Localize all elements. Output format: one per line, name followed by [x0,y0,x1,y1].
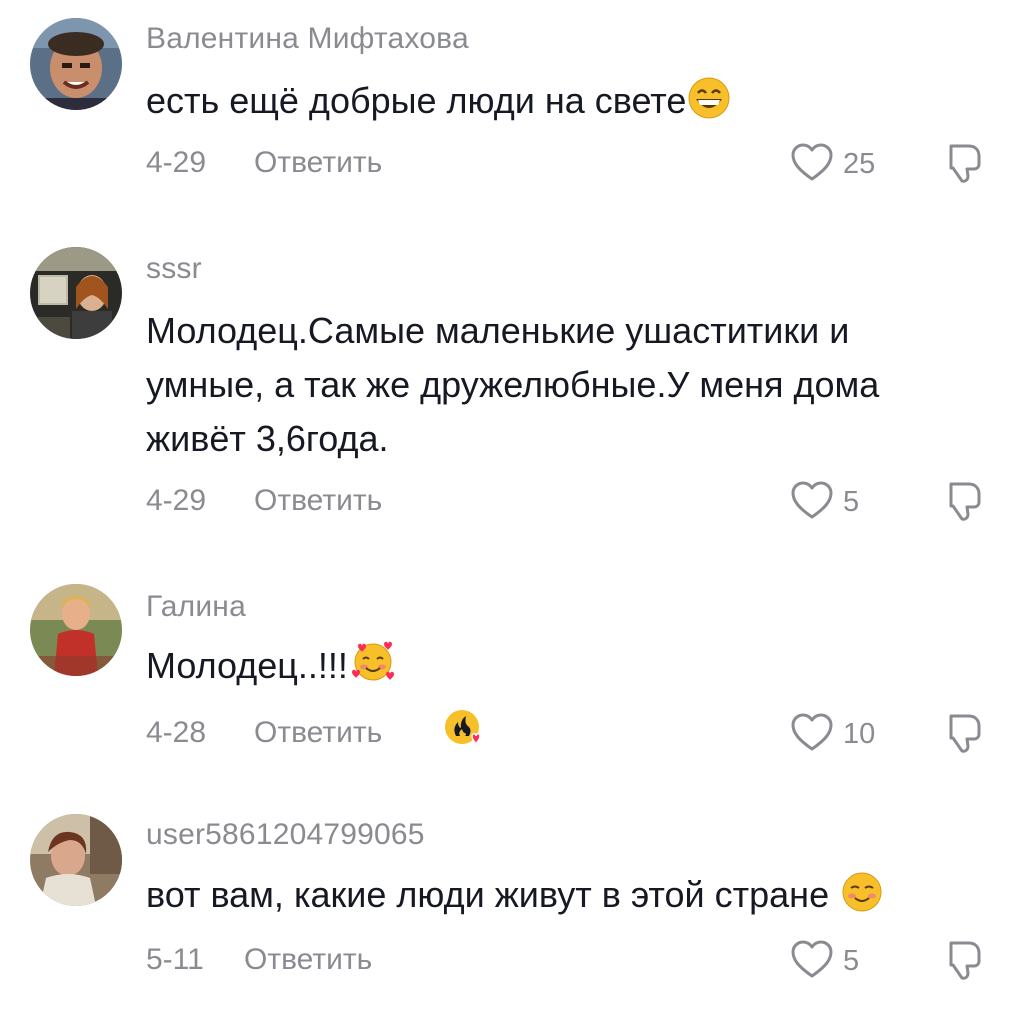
like-count: 5 [843,486,860,518]
comment-meta: 4-28 Ответить 10 [146,710,996,756]
comment-text-content: вот вам, какие люди живут в этой стране [146,874,830,915]
grinning-face-emoji [688,77,730,134]
avatar[interactable] [30,18,122,110]
reply-button[interactable]: Ответить [254,716,382,750]
thumbs-down-icon[interactable] [939,138,989,188]
comment-date: 4-29 [146,146,207,179]
comment-date: 4-28 [146,716,207,749]
heart-icon[interactable] [789,140,835,186]
comment-date: 4-29 [146,484,207,517]
like-count: 5 [843,945,860,977]
smiling-face-emoji [841,871,883,928]
comment-text-content: есть ещё добрые люди на свете [146,80,687,121]
comment-meta: 4-29 Ответить 5 [146,481,996,524]
comment-date: 5-11 [146,943,204,976]
heart-icon[interactable] [789,937,835,983]
like-count: 10 [843,718,876,750]
comment-text: есть ещё добрые люди на свете [146,74,966,134]
fire-heart-badge-icon [445,710,481,745]
heart-icon[interactable] [789,478,835,524]
reply-button[interactable]: Ответить [244,943,372,977]
comment-text: Молодец.Самые маленькие ушаститики и умн… [146,310,880,459]
comment-username[interactable]: Валентина Мифтахова [146,22,469,56]
thumbs-down-icon[interactable] [939,476,989,526]
avatar[interactable] [30,247,122,339]
comment-text: вот вам, какие люди живут в этой стране [146,868,966,928]
thumbs-down-icon[interactable] [939,708,989,758]
comment-username[interactable]: Галина [146,590,246,624]
reply-button[interactable]: Ответить [254,146,382,180]
thumbs-down-icon[interactable] [939,935,989,985]
comment-text: Молодец..!!! [146,638,966,699]
heart-icon[interactable] [789,710,835,756]
smiling-face-with-hearts-emoji [350,638,396,699]
avatar[interactable] [30,584,122,676]
like-count: 25 [843,148,876,180]
comment-text-content: Молодец..!!! [146,645,348,686]
reply-button[interactable]: Ответить [254,484,382,518]
comment-meta: 4-29 Ответить 25 [146,143,996,186]
comment-meta: 5-11 Ответить 5 [146,940,996,983]
avatar[interactable] [30,814,122,906]
comment-username[interactable]: user5861204799065 [146,818,425,852]
comment-username[interactable]: sssr [146,252,202,286]
